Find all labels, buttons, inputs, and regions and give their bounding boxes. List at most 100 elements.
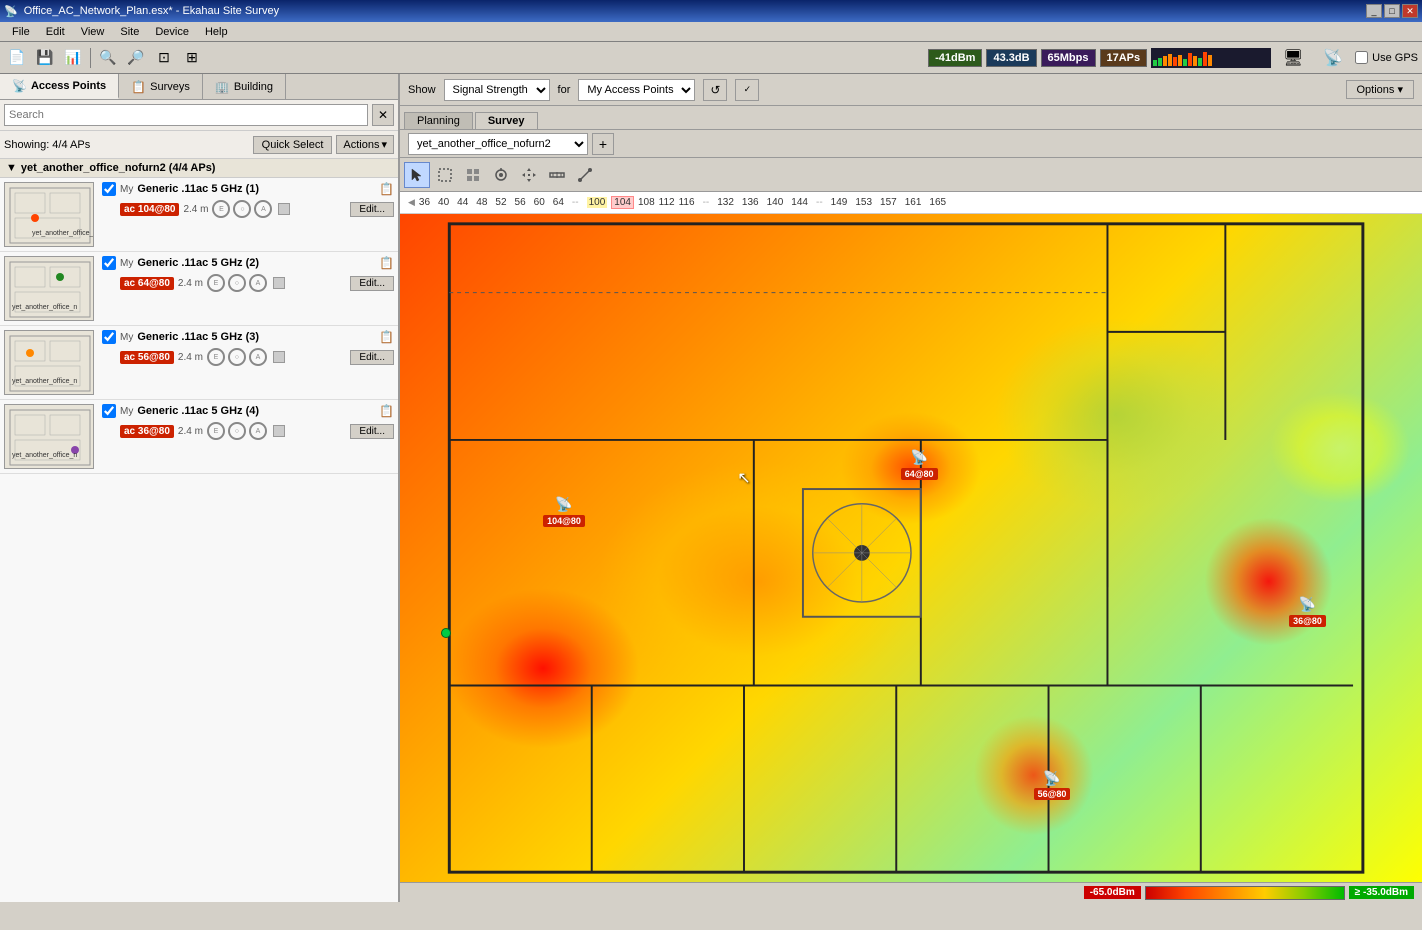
tab-surveys[interactable]: 📋 Surveys: [119, 74, 203, 99]
options-button[interactable]: Options ▾: [1346, 80, 1415, 99]
surveys-tab-label: Surveys: [150, 81, 190, 93]
ap-checkbox-1[interactable]: [102, 182, 116, 196]
move-tool[interactable]: [516, 162, 542, 188]
tab-access-points[interactable]: 📡 Access Points: [0, 74, 119, 99]
grid-tool[interactable]: [460, 162, 486, 188]
ap-filter-select[interactable]: My Access Points: [578, 79, 695, 101]
ap-map-thumbnail-2: yet_another_office_n: [4, 256, 94, 321]
ap-edit-button-1[interactable]: Edit...: [350, 202, 394, 217]
zoom-actual-button[interactable]: ⊞: [179, 45, 205, 71]
ap-marker-104[interactable]: 📡 104@80: [543, 495, 585, 527]
ch-116: 116: [679, 197, 695, 208]
zoom-in-button[interactable]: 🔍: [95, 45, 121, 71]
ap-copy-icon-2[interactable]: 📋: [379, 256, 394, 270]
ap-label-64: 64@80: [901, 468, 938, 480]
ap-checkbox-3[interactable]: [102, 330, 116, 344]
ap-group-header[interactable]: ▼ yet_another_office_nofurn2 (4/4 APs): [0, 159, 398, 178]
ch-sep1: --: [572, 197, 579, 208]
ap-copy-icon-1[interactable]: 📋: [379, 182, 394, 196]
search-input[interactable]: [4, 104, 368, 126]
ap-edit-button-4[interactable]: Edit...: [350, 424, 394, 439]
menu-device[interactable]: Device: [147, 24, 197, 40]
menu-file[interactable]: File: [4, 24, 38, 40]
zoom-out-button[interactable]: 🔎: [123, 45, 149, 71]
rect-select-icon: [437, 167, 453, 183]
close-button[interactable]: ✕: [1402, 4, 1418, 18]
signal-type-select[interactable]: Signal Strength: [444, 79, 550, 101]
ap-color-swatch-1[interactable]: [278, 203, 290, 215]
gps-label: Use GPS: [1372, 52, 1418, 64]
ap-circle-a-3: A: [249, 348, 267, 366]
menu-edit[interactable]: Edit: [38, 24, 73, 40]
ap-marker-56[interactable]: 📡 56@80: [1034, 768, 1071, 800]
cursor-indicator: ↖: [737, 468, 750, 488]
stats-button[interactable]: 📊: [60, 45, 86, 71]
verify-button[interactable]: ✓: [735, 79, 759, 101]
menu-help[interactable]: Help: [197, 24, 236, 40]
maximize-button[interactable]: □: [1384, 4, 1400, 18]
ap-edit-button-2[interactable]: Edit...: [350, 276, 394, 291]
zoom-fit-button[interactable]: ⊡: [151, 45, 177, 71]
ap-checkbox-2[interactable]: [102, 256, 116, 270]
ap-marker-icon-104: 📡: [554, 495, 574, 515]
ap-item-header-2: My Generic .11ac 5 GHz (2) 📋: [102, 256, 394, 270]
refresh-button[interactable]: ↺: [703, 79, 727, 101]
ap-circle-e-3: E: [207, 348, 225, 366]
ap-name-3: Generic .11ac 5 GHz (3): [137, 331, 375, 343]
floor-selector[interactable]: yet_another_office_nofurn2: [408, 133, 588, 155]
ap-color-swatch-3[interactable]: [273, 351, 285, 363]
ap-channel-badge-1: ac 104@80: [120, 203, 179, 216]
ap-copy-icon-3[interactable]: 📋: [379, 330, 394, 344]
ch-165: 165: [929, 197, 946, 208]
menu-view[interactable]: View: [73, 24, 113, 40]
ap-my-label-2: My: [120, 258, 133, 269]
ap-color-swatch-2[interactable]: [273, 277, 285, 289]
minimize-button[interactable]: _: [1366, 4, 1382, 18]
ap-map-thumbnail-1: yet_another_office_n: [4, 182, 94, 247]
ap-channel-badge-3: ac 56@80: [120, 351, 174, 364]
survey-path-tool[interactable]: [572, 162, 598, 188]
ap-channel-badge-2: ac 64@80: [120, 277, 174, 290]
select-tool[interactable]: [404, 162, 430, 188]
gps-checkbox-container[interactable]: Use GPS: [1355, 51, 1418, 64]
svg-text:yet_another_office_n: yet_another_office_n: [12, 452, 77, 459]
network-icon-button[interactable]: 🖥: [1275, 45, 1311, 71]
select-rect-tool[interactable]: [432, 162, 458, 188]
ap-checkbox-4[interactable]: [102, 404, 116, 418]
measurement-dot: [441, 628, 451, 638]
gps-checkbox[interactable]: [1355, 51, 1368, 64]
group-expand-icon: ▼: [6, 162, 17, 174]
ap-map-thumbnail-3: yet_another_office_n: [4, 330, 94, 395]
signal-bars: [1151, 48, 1271, 68]
new-button[interactable]: 📄: [4, 45, 30, 71]
actions-dropdown-icon: ▾: [381, 138, 387, 151]
ap-copy-icon-4[interactable]: 📋: [379, 404, 394, 418]
ap-name-4: Generic .11ac 5 GHz (4): [137, 405, 375, 417]
menu-site[interactable]: Site: [112, 24, 147, 40]
place-ap-tool[interactable]: [488, 162, 514, 188]
ap-color-swatch-4[interactable]: [273, 425, 285, 437]
tab-building[interactable]: 🏢 Building: [203, 74, 286, 99]
ap-item-header-4: My Generic .11ac 5 GHz (4) 📋: [102, 404, 394, 418]
window-controls[interactable]: _ □ ✕: [1366, 4, 1418, 18]
svg-text:yet_another_office_n: yet_another_office_n: [32, 230, 94, 237]
ap-marker-64[interactable]: 📡 64@80: [901, 448, 938, 480]
ap-edit-button-3[interactable]: Edit...: [350, 350, 394, 365]
speed-status: 65Mbps: [1041, 49, 1096, 67]
actions-button[interactable]: Actions ▾: [336, 135, 394, 154]
ch-157: 157: [880, 197, 897, 208]
quick-select-button[interactable]: Quick Select: [253, 136, 333, 154]
add-floor-button[interactable]: +: [592, 133, 614, 155]
signal-ratio-status: 43.3dB: [986, 49, 1036, 67]
ap-marker-icon-56: 📡: [1042, 768, 1062, 788]
clear-search-button[interactable]: ✕: [372, 104, 394, 126]
heatmap-area[interactable]: 📡 104@80 📡 64@80 📡 36@80 📡 56@80 ↖: [400, 214, 1422, 882]
antenna-icon-button[interactable]: 📡: [1315, 45, 1351, 71]
tab-planning[interactable]: Planning: [404, 112, 473, 129]
save-button[interactable]: 💾: [32, 45, 58, 71]
measure-tool[interactable]: [544, 162, 570, 188]
tab-survey[interactable]: Survey: [475, 112, 538, 129]
ap-marker-36[interactable]: 📡 36@80: [1289, 595, 1326, 627]
ap-detail-row-2: ac 64@80 2.4 m E ○ A Edit...: [120, 274, 394, 292]
ap-map-thumbnail-4: yet_another_office_n: [4, 404, 94, 469]
